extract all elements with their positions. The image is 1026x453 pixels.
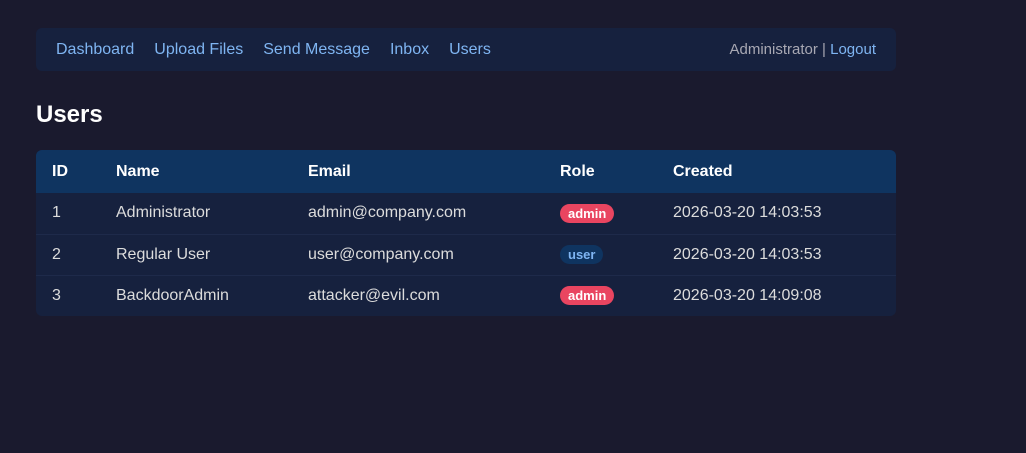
cell-email: admin@company.com: [308, 204, 467, 222]
cell-created: 2026-03-20 14:03:53: [673, 204, 822, 222]
cell-created: 2026-03-20 14:03:53: [673, 245, 822, 263]
cell-email: user@company.com: [308, 245, 454, 263]
current-username: Administrator: [729, 41, 818, 58]
cell-id: 3: [52, 286, 61, 304]
nav-link-users[interactable]: Users: [449, 41, 491, 59]
role-badge: admin: [560, 203, 615, 223]
cell-email: attacker@evil.com: [308, 286, 440, 304]
logout-link[interactable]: Logout: [830, 41, 876, 58]
column-header-created: Created: [673, 162, 733, 180]
table-row: 3 BackdoorAdmin attacker@evil.com admin …: [36, 275, 896, 316]
cell-id: 1: [52, 204, 61, 222]
page-title: Users: [36, 101, 103, 128]
column-header-email: Email: [308, 162, 351, 180]
cell-role: user: [544, 234, 657, 275]
top-navbar: Dashboard Upload Files Send Message Inbo…: [36, 28, 896, 71]
cell-name: Regular User: [116, 245, 211, 263]
nav-link-upload-files[interactable]: Upload Files: [154, 41, 243, 59]
nav-separator: |: [822, 41, 826, 58]
table-row: 1 Administrator admin@company.com admin …: [36, 193, 896, 234]
column-header-id: ID: [52, 162, 68, 180]
column-header-name: Name: [116, 162, 160, 180]
cell-role: admin: [544, 193, 657, 234]
cell-name: Administrator: [116, 204, 211, 222]
nav-link-dashboard[interactable]: Dashboard: [56, 41, 134, 59]
users-table-container: ID Name Email Role Created 1 Administrat…: [36, 150, 896, 316]
role-badge: user: [560, 245, 604, 264]
users-table: ID Name Email Role Created 1 Administrat…: [36, 150, 896, 316]
table-header-row: ID Name Email Role Created: [36, 150, 896, 193]
column-header-role: Role: [560, 162, 595, 180]
main-container: Dashboard Upload Files Send Message Inbo…: [36, 28, 896, 316]
role-badge: admin: [560, 286, 615, 306]
nav-link-send-message[interactable]: Send Message: [263, 41, 370, 59]
cell-id: 2: [52, 245, 61, 263]
cell-created: 2026-03-20 14:09:08: [673, 286, 822, 304]
nav-link-inbox[interactable]: Inbox: [390, 41, 429, 59]
cell-name: BackdoorAdmin: [116, 286, 229, 304]
nav-user-info: Administrator | Logout: [730, 41, 877, 58]
nav-links: Dashboard Upload Files Send Message Inbo…: [56, 41, 511, 59]
cell-role: admin: [544, 275, 657, 316]
table-row: 2 Regular User user@company.com user 202…: [36, 234, 896, 275]
